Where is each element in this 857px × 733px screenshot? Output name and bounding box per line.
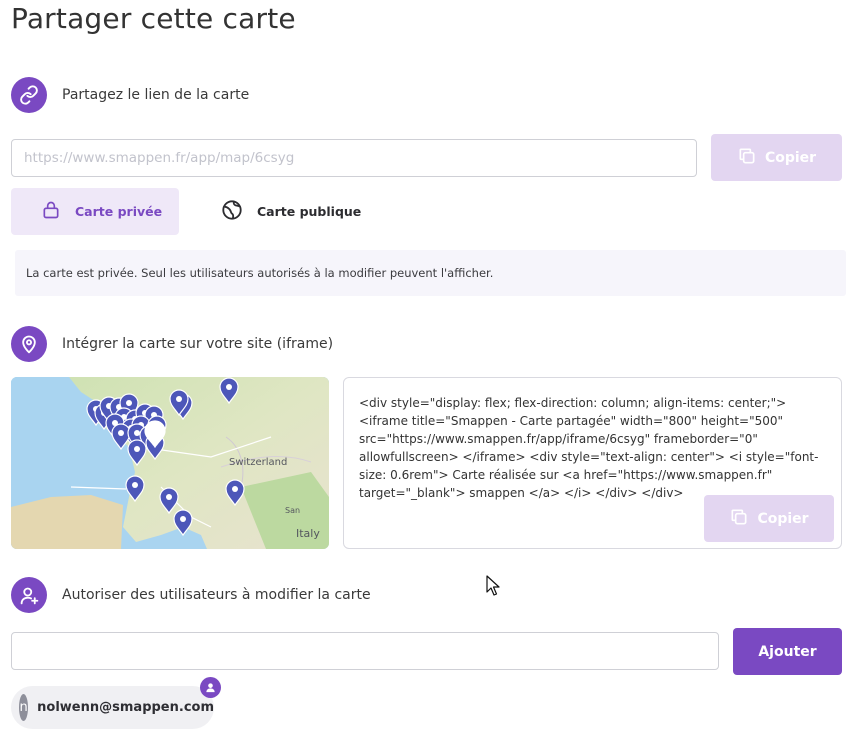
svg-text:Switzerland: Switzerland xyxy=(229,457,287,468)
copy-icon xyxy=(729,507,749,531)
map-marker-dot xyxy=(132,482,138,488)
embed-header: Intégrer la carte sur votre site (iframe… xyxy=(11,326,333,362)
map-marker-dot xyxy=(176,396,182,402)
link-icon xyxy=(11,77,47,113)
user-plus-icon xyxy=(11,577,47,613)
copy-icon xyxy=(737,146,757,170)
embed-label: Intégrer la carte sur votre site (iframe… xyxy=(62,336,334,352)
tab-private-map[interactable]: Carte privée xyxy=(11,188,179,235)
privacy-notice: La carte est privée. Seul les utilisateu… xyxy=(15,250,846,296)
copy-embed-label: Copier xyxy=(757,510,809,527)
copy-link-label: Copier xyxy=(764,149,817,166)
share-link-label: Partagez le lien de la carte xyxy=(62,87,250,103)
users-label: Autoriser des utilisateurs à modifier la… xyxy=(62,587,371,603)
user-email: nolwenn@smappen.com xyxy=(37,700,214,715)
share-link-header: Partagez le lien de la carte xyxy=(11,77,249,113)
map-marker-dot xyxy=(232,486,238,492)
map-marker-dot xyxy=(166,494,172,500)
user-email-input[interactable] xyxy=(11,632,719,670)
user-chip[interactable]: n nolwenn@smappen.com xyxy=(11,677,221,729)
map-marker-dot xyxy=(180,516,186,522)
svg-text:San: San xyxy=(285,506,300,515)
avatar: n xyxy=(19,694,29,721)
copy-embed-button[interactable]: Copier xyxy=(704,495,834,542)
add-user-button[interactable]: Ajouter xyxy=(733,628,842,675)
lock-icon xyxy=(41,200,61,223)
mouse-cursor-icon xyxy=(486,575,500,601)
page-title: Partager cette carte xyxy=(11,2,296,35)
user-role-icon xyxy=(200,677,221,698)
map-marker-dot xyxy=(226,384,232,390)
tab-public-map[interactable]: Carte publique xyxy=(209,188,369,235)
tab-public-label: Carte publique xyxy=(257,204,362,219)
map-marker-dot xyxy=(118,430,124,436)
tab-private-label: Carte privée xyxy=(75,204,163,219)
svg-text:Italy: Italy xyxy=(296,527,320,540)
globe-icon xyxy=(221,199,243,224)
map-marker-dot xyxy=(134,446,140,452)
map-pin-icon xyxy=(11,326,47,362)
copy-link-button[interactable]: Copier xyxy=(711,134,842,181)
map-preview[interactable]: Switzerland Italy San xyxy=(11,377,329,549)
users-header: Autoriser des utilisateurs à modifier la… xyxy=(11,577,371,613)
map-marker-dot xyxy=(126,400,132,406)
map-marker-dot xyxy=(134,430,140,436)
share-url-input[interactable] xyxy=(11,139,697,177)
